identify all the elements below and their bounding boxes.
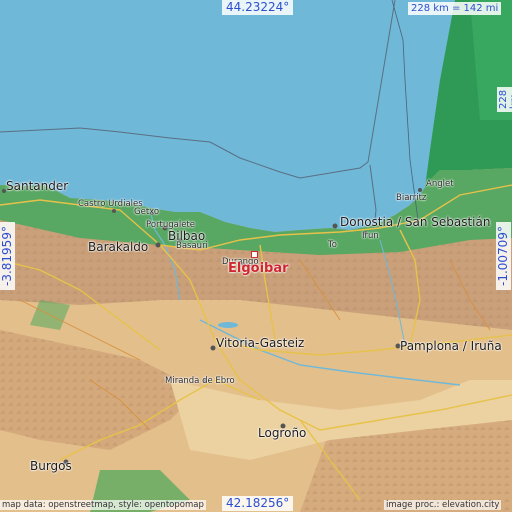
place-label-biarritz: Biarritz [396,193,427,203]
west-coordinate: -3.81959° [0,222,16,290]
place-label-pamplona: Pamplona / Iruña [400,339,502,353]
place-label-barakaldo: Barakaldo [88,240,149,254]
place-label-irun: Irun [362,231,379,241]
south-coordinate: 42.18256° [222,496,294,512]
place-label-santander: Santander [6,179,69,193]
scale-label-vertical: 228 km = 142 mi [497,86,512,112]
place-label-basauri: Basauri [176,241,208,251]
map-credit: map data: openstreetmap, style: opentopo… [0,500,206,511]
reservoir [218,322,238,328]
place-label-fragment: To [328,240,337,250]
place-label-donostia: Donostia / San Sebastián [340,215,491,229]
map-view[interactable]: Santander Castro Urdiales Getxo Portugal… [0,0,512,512]
processing-credit: image proc.: elevation.city [384,500,502,511]
place-label-anglet: Anglet [426,179,454,189]
place-label-getxo: Getxo [134,207,160,217]
place-label-castro-urdiales: Castro Urdiales [78,199,143,209]
place-label-burgos: Burgos [30,459,72,473]
east-coordinate: -1.00709° [496,222,512,290]
north-coordinate: 44.23224° [222,0,294,16]
focus-place-label: Elgoibar [228,261,289,276]
scale-label-horizontal: 228 km = 142 mi [408,2,502,15]
place-label-logrono: Logroño [258,426,307,440]
place-label-vitoria: Vitoria-Gasteiz [216,336,305,350]
place-label-miranda: Miranda de Ebro [165,376,235,386]
